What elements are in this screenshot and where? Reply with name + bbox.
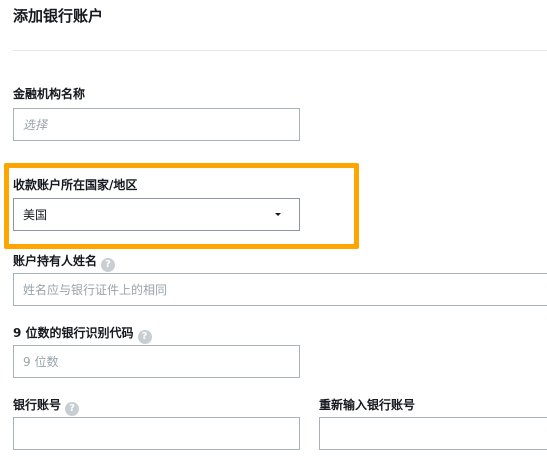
holder-label: 账户持有人姓名? — [13, 252, 116, 272]
question-circle-icon[interactable]: ? — [65, 402, 80, 416]
account-confirm-input[interactable] — [319, 417, 547, 450]
account-label-text: 银行账号 — [13, 398, 62, 412]
routing-label-text: 9 位数的银行识别代码 — [13, 326, 134, 340]
routing-label: 9 位数的银行识别代码? — [13, 324, 152, 344]
account-label: 银行账号? — [13, 396, 80, 416]
highlight-box — [4, 163, 359, 249]
question-circle-icon[interactable]: ? — [137, 330, 152, 344]
account-number-input[interactable] — [13, 417, 300, 450]
institution-select[interactable]: 选择 — [13, 108, 300, 141]
page-title: 添加银行账户 — [13, 7, 104, 25]
header-divider — [13, 50, 547, 51]
account-confirm-label: 重新输入银行账号 — [319, 398, 416, 412]
holder-name-input[interactable]: 姓名应与银行证件上的相同 — [13, 273, 547, 306]
routing-number-input[interactable]: 9 位数 — [13, 345, 300, 378]
question-circle-icon[interactable]: ? — [101, 258, 116, 272]
institution-label: 金融机构名称 — [13, 87, 86, 101]
holder-label-text: 账户持有人姓名 — [13, 254, 98, 268]
institution-placeholder: 选择 — [23, 118, 48, 132]
holder-placeholder: 姓名应与银行证件上的相同 — [23, 283, 168, 297]
routing-placeholder: 9 位数 — [23, 355, 59, 369]
